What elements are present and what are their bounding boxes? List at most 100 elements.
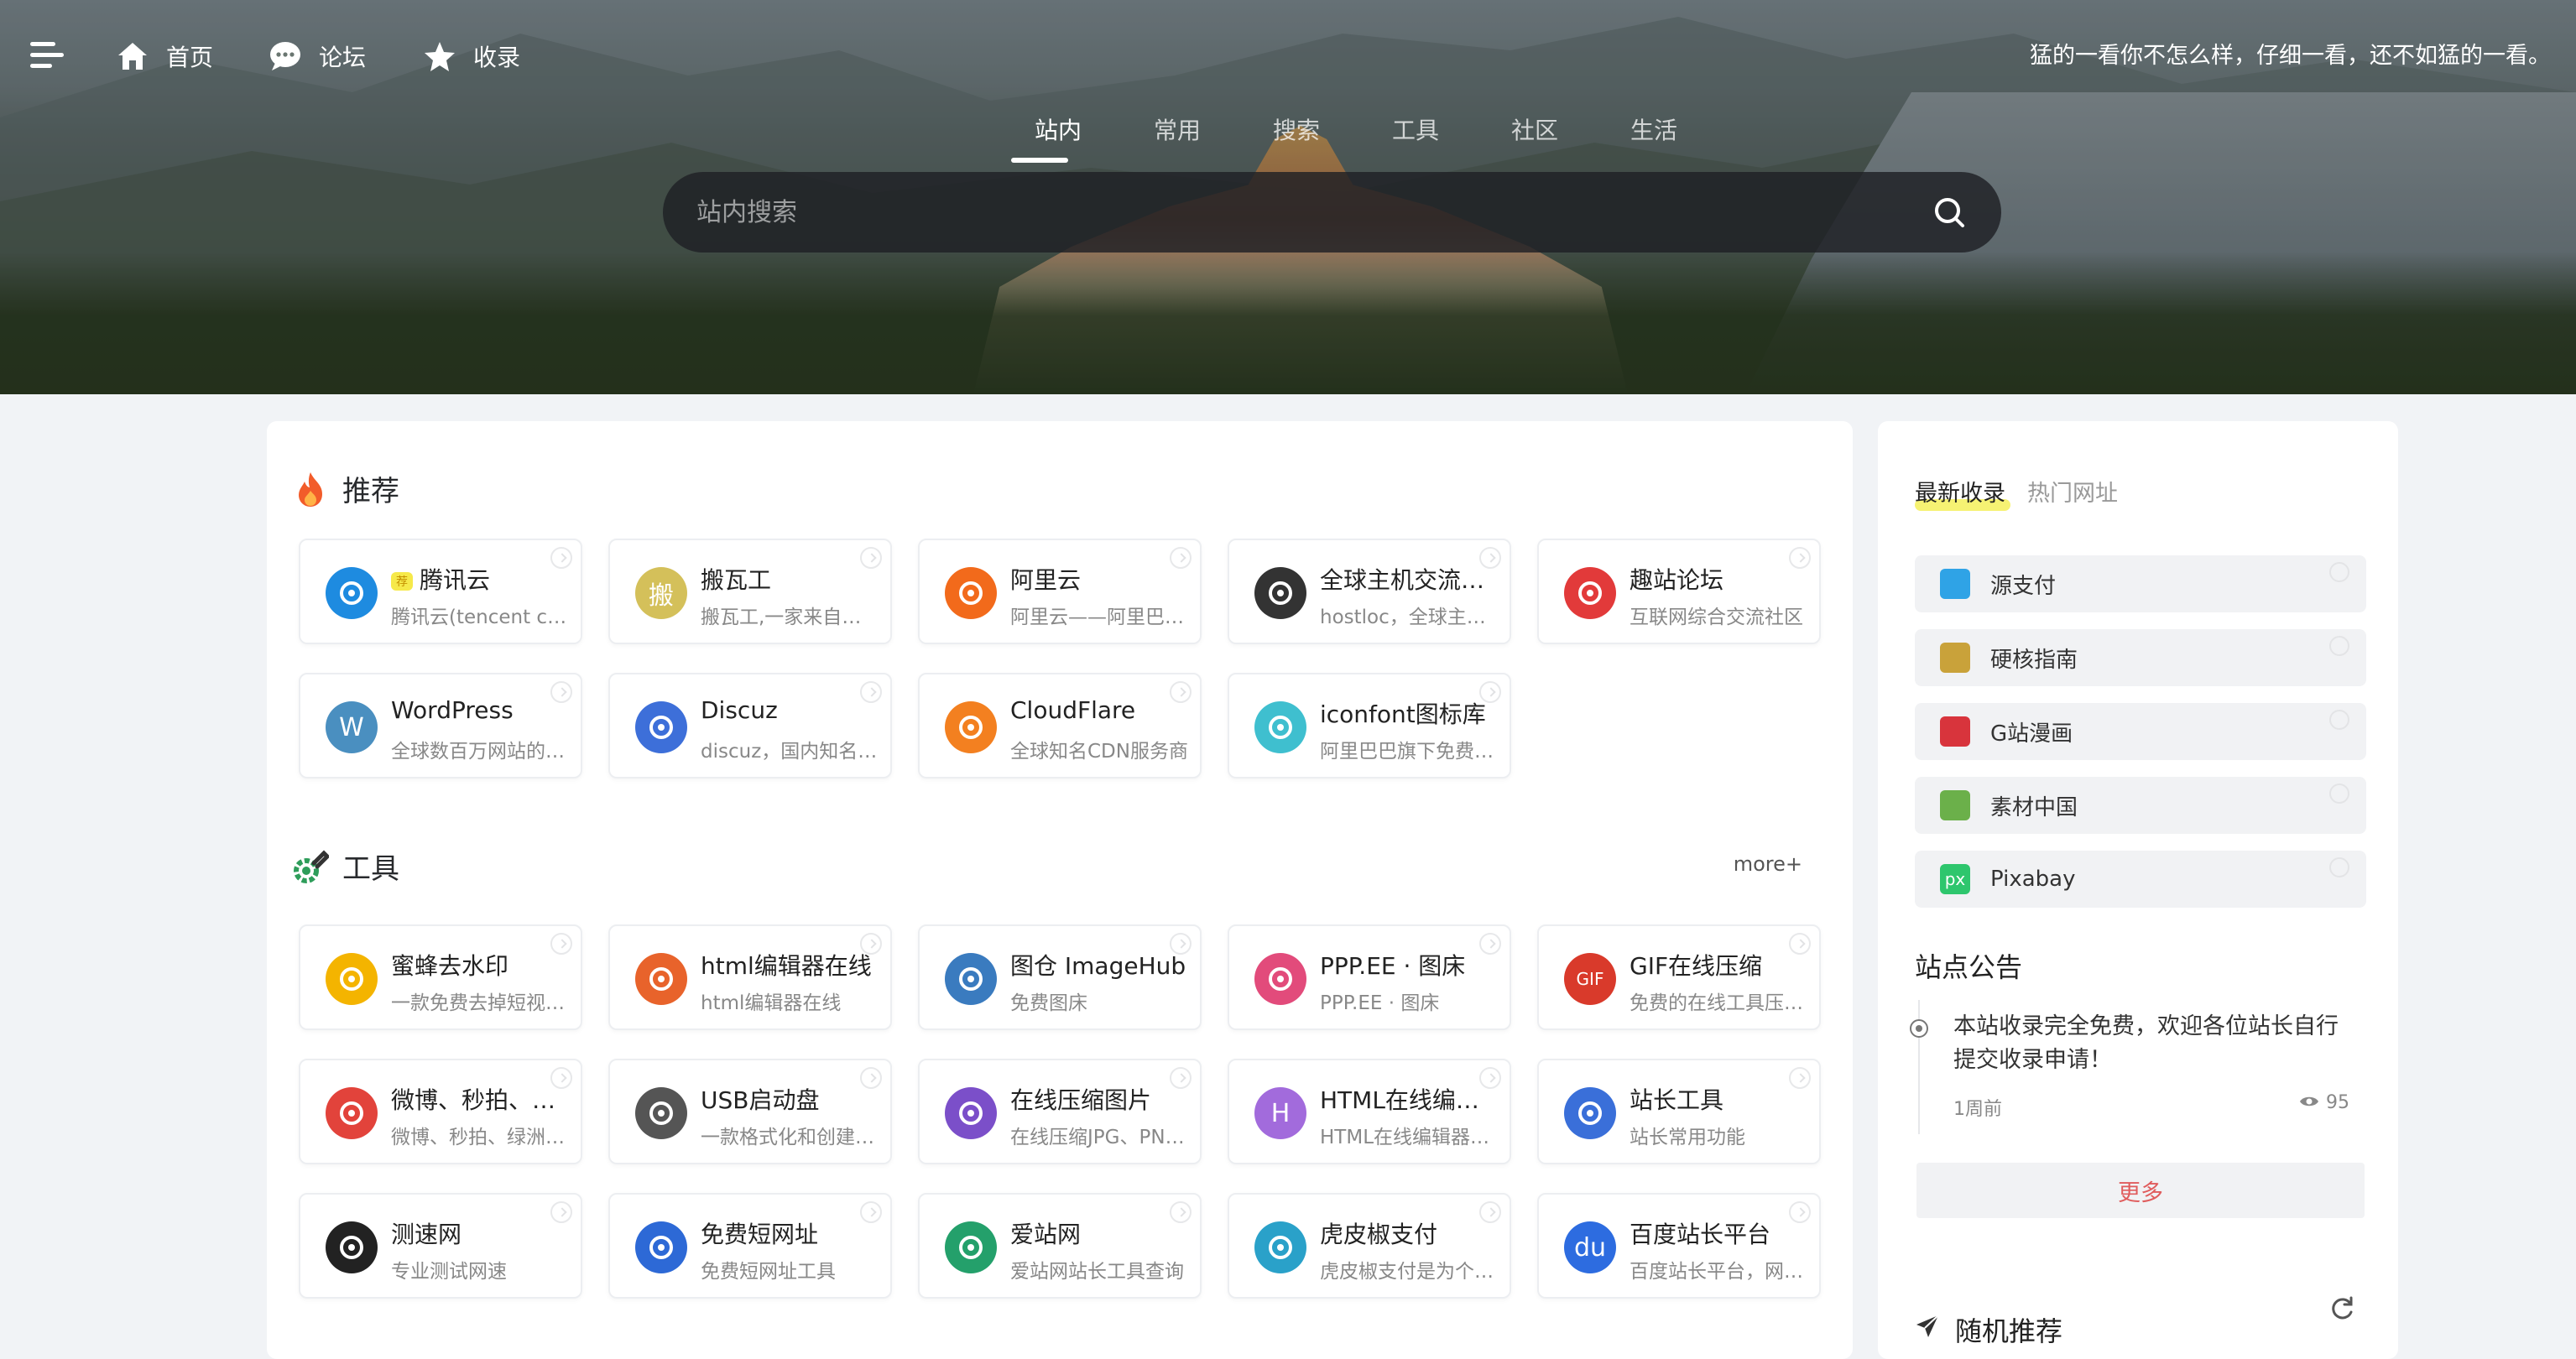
card-detail-arrow-icon[interactable] — [1479, 933, 1501, 955]
site-card[interactable]: H HTML在线编辑器 HTML在线编辑器工具 — [1228, 1059, 1511, 1164]
quzhan-icon — [1564, 567, 1616, 619]
card-title: 百度站长平台 — [1630, 1216, 1807, 1250]
site-motto: 猛的一看你不怎么样，仔细一看，还不如猛的一看。 — [2030, 43, 2551, 69]
site-card[interactable]: 在线压缩图片在线压缩JPG、PNG图片 — [918, 1059, 1202, 1164]
latest-item[interactable]: 硬核指南 — [1915, 629, 2366, 686]
card-title: 免费短网址 — [701, 1216, 879, 1250]
tools-title: 工具 — [342, 852, 399, 886]
nav-home[interactable]: 首页 — [116, 35, 213, 77]
search-icon[interactable] — [1931, 194, 1968, 231]
item-detail-arrow-icon[interactable] — [2329, 710, 2349, 730]
menu-toggle-icon[interactable] — [30, 40, 67, 70]
card-detail-arrow-icon[interactable] — [1479, 1067, 1501, 1089]
site-card[interactable]: 蜜蜂去水印一款免费去掉短视频水印 — [299, 924, 582, 1030]
download-icon — [326, 1087, 378, 1139]
card-detail-arrow-icon[interactable] — [550, 547, 572, 569]
item-detail-arrow-icon[interactable] — [2329, 784, 2349, 804]
site-card[interactable]: Discuz discuz，国内知名论坛 — [608, 673, 892, 778]
card-detail-arrow-icon[interactable] — [550, 933, 572, 955]
site-card[interactable]: 搬搬瓦工搬瓦工,一家来自美国的VPS — [608, 539, 892, 644]
card-detail-arrow-icon[interactable] — [1789, 547, 1811, 569]
nav-forum[interactable]: 论坛 — [269, 35, 366, 77]
site-card[interactable]: CloudFlare 全球知名CDN服务商 — [918, 673, 1202, 778]
site-card[interactable]: 爱站网 爱站网站长工具查询 — [918, 1193, 1202, 1299]
card-detail-arrow-icon[interactable] — [550, 1067, 572, 1089]
card-detail-arrow-icon[interactable] — [860, 933, 882, 955]
notice-text[interactable]: 本站收录完全免费，欢迎各位站长自行提交收录申请！ — [1953, 1010, 2356, 1077]
latest-item[interactable]: 素材中国 — [1915, 777, 2366, 834]
card-title: 虎皮椒支付 — [1320, 1216, 1498, 1250]
search-tab-life[interactable]: 生活 — [1594, 112, 1713, 163]
card-detail-arrow-icon[interactable] — [1789, 1067, 1811, 1089]
site-card[interactable]: 站长工具 站长常用功能 — [1537, 1059, 1821, 1164]
card-detail-arrow-icon[interactable] — [1170, 933, 1192, 955]
item-detail-arrow-icon[interactable] — [2329, 857, 2349, 877]
card-detail-arrow-icon[interactable] — [1170, 681, 1192, 703]
site-card[interactable]: 测速网 专业测试网速 — [299, 1193, 582, 1299]
site-card[interactable]: W WordPress 全球数百万网站的选择 — [299, 673, 582, 778]
card-detail-arrow-icon[interactable] — [1170, 547, 1192, 569]
site-card[interactable]: 趣站论坛 互联网综合交流社区 — [1537, 539, 1821, 644]
card-detail-arrow-icon[interactable] — [1479, 1201, 1501, 1223]
refresh-icon[interactable] — [2328, 1295, 2356, 1324]
nav-collect[interactable]: 收录 — [423, 35, 520, 77]
card-title-text: 全球主机交流论坛 — [1320, 566, 1498, 594]
card-title-text: 站长工具 — [1630, 1086, 1724, 1114]
tab-popular[interactable]: 热门网址 — [2027, 475, 2118, 508]
search-tab-tools[interactable]: 工具 — [1356, 112, 1475, 163]
search-input[interactable] — [696, 197, 1931, 227]
card-detail-arrow-icon[interactable] — [1170, 1067, 1192, 1089]
card-description: 专业测试网速 — [391, 1261, 507, 1283]
site-card[interactable]: USB启动盘一款格式化和创建启动盘 — [608, 1059, 892, 1164]
card-title: 站长工具 — [1630, 1082, 1807, 1116]
card-detail-arrow-icon[interactable] — [1789, 1201, 1811, 1223]
site-card[interactable]: GIF GIF在线压缩免费的在线工具压缩GIF — [1537, 924, 1821, 1030]
search-tab-common[interactable]: 常用 — [1118, 112, 1237, 163]
card-title-text: 百度站长平台 — [1630, 1221, 1771, 1248]
notice-more-button[interactable]: 更多 — [1916, 1163, 2365, 1218]
site-card[interactable]: iconfont图标库阿里巴巴旗下免费图标库 — [1228, 673, 1511, 778]
card-description: 一款免费去掉短视频水印 — [391, 992, 569, 1014]
h-icon: H — [1254, 1087, 1306, 1139]
site-card[interactable]: 微博、秒拍、绿洲微博、秒拍、绿洲视频下载 — [299, 1059, 582, 1164]
random-title: 随机推荐 — [1955, 1315, 2063, 1347]
card-title: 全球主机交流论坛 — [1320, 562, 1498, 596]
site-card[interactable]: 图仓 ImageHub 免费图床 — [918, 924, 1202, 1030]
card-title-text: WordPress — [391, 696, 514, 724]
site-card[interactable]: PPP.EE · 图床 PPP.EE · 图床 — [1228, 924, 1511, 1030]
latest-item[interactable]: px Pixabay — [1915, 851, 2366, 908]
site-card[interactable]: html编辑器在线 html编辑器在线 — [608, 924, 892, 1030]
card-detail-arrow-icon[interactable] — [860, 1201, 882, 1223]
card-title-text: USB启动盘 — [701, 1086, 820, 1114]
card-detail-arrow-icon[interactable] — [550, 1201, 572, 1223]
site-card[interactable]: 免费短网址 免费短网址工具 — [608, 1193, 892, 1299]
item-detail-arrow-icon[interactable] — [2329, 636, 2349, 656]
card-detail-arrow-icon[interactable] — [550, 681, 572, 703]
search-tab-search[interactable]: 搜索 — [1237, 112, 1356, 163]
card-title-text: html编辑器在线 — [701, 952, 872, 980]
recommend-header: 推荐 — [292, 468, 399, 509]
card-detail-arrow-icon[interactable] — [860, 1067, 882, 1089]
card-title: iconfont图标库 — [1320, 696, 1498, 730]
aliyun-icon — [945, 567, 997, 619]
card-detail-arrow-icon[interactable] — [860, 681, 882, 703]
card-detail-arrow-icon[interactable] — [1479, 547, 1501, 569]
card-detail-arrow-icon[interactable] — [860, 547, 882, 569]
card-detail-arrow-icon[interactable] — [1479, 681, 1501, 703]
tab-latest[interactable]: 最新收录 — [1915, 475, 2010, 511]
site-card[interactable]: 阿里云阿里云——阿里巴巴集团 — [918, 539, 1202, 644]
tools-more-link[interactable]: more+ — [1734, 852, 1802, 876]
latest-item[interactable]: G站漫画 — [1915, 703, 2366, 760]
site-card[interactable]: 虎皮椒支付虎皮椒支付是为个人开发者 — [1228, 1193, 1511, 1299]
card-detail-arrow-icon[interactable] — [1170, 1201, 1192, 1223]
latest-item-label: 硬核指南 — [1990, 647, 2078, 673]
card-detail-arrow-icon[interactable] — [1789, 933, 1811, 955]
search-tab-community[interactable]: 社区 — [1475, 112, 1594, 163]
site-card[interactable]: 荐腾讯云腾讯云(tencent cloud) — [299, 539, 582, 644]
latest-item[interactable]: 源支付 — [1915, 555, 2366, 612]
search-tab-site[interactable]: 站内 — [999, 112, 1118, 163]
site-card[interactable]: 全球主机交流论坛 hostloc，全球主机交流 — [1228, 539, 1511, 644]
card-description: PPP.EE · 图床 — [1320, 992, 1440, 1014]
site-card[interactable]: du 百度站长平台百度站长平台，网站优化 — [1537, 1193, 1821, 1299]
item-detail-arrow-icon[interactable] — [2329, 562, 2349, 582]
